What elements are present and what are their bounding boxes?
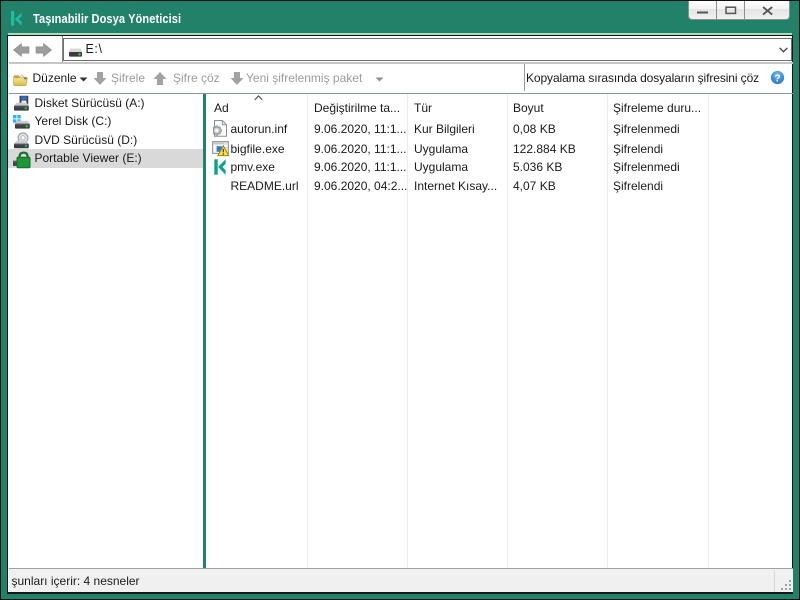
svg-text:?: ? bbox=[774, 72, 780, 84]
